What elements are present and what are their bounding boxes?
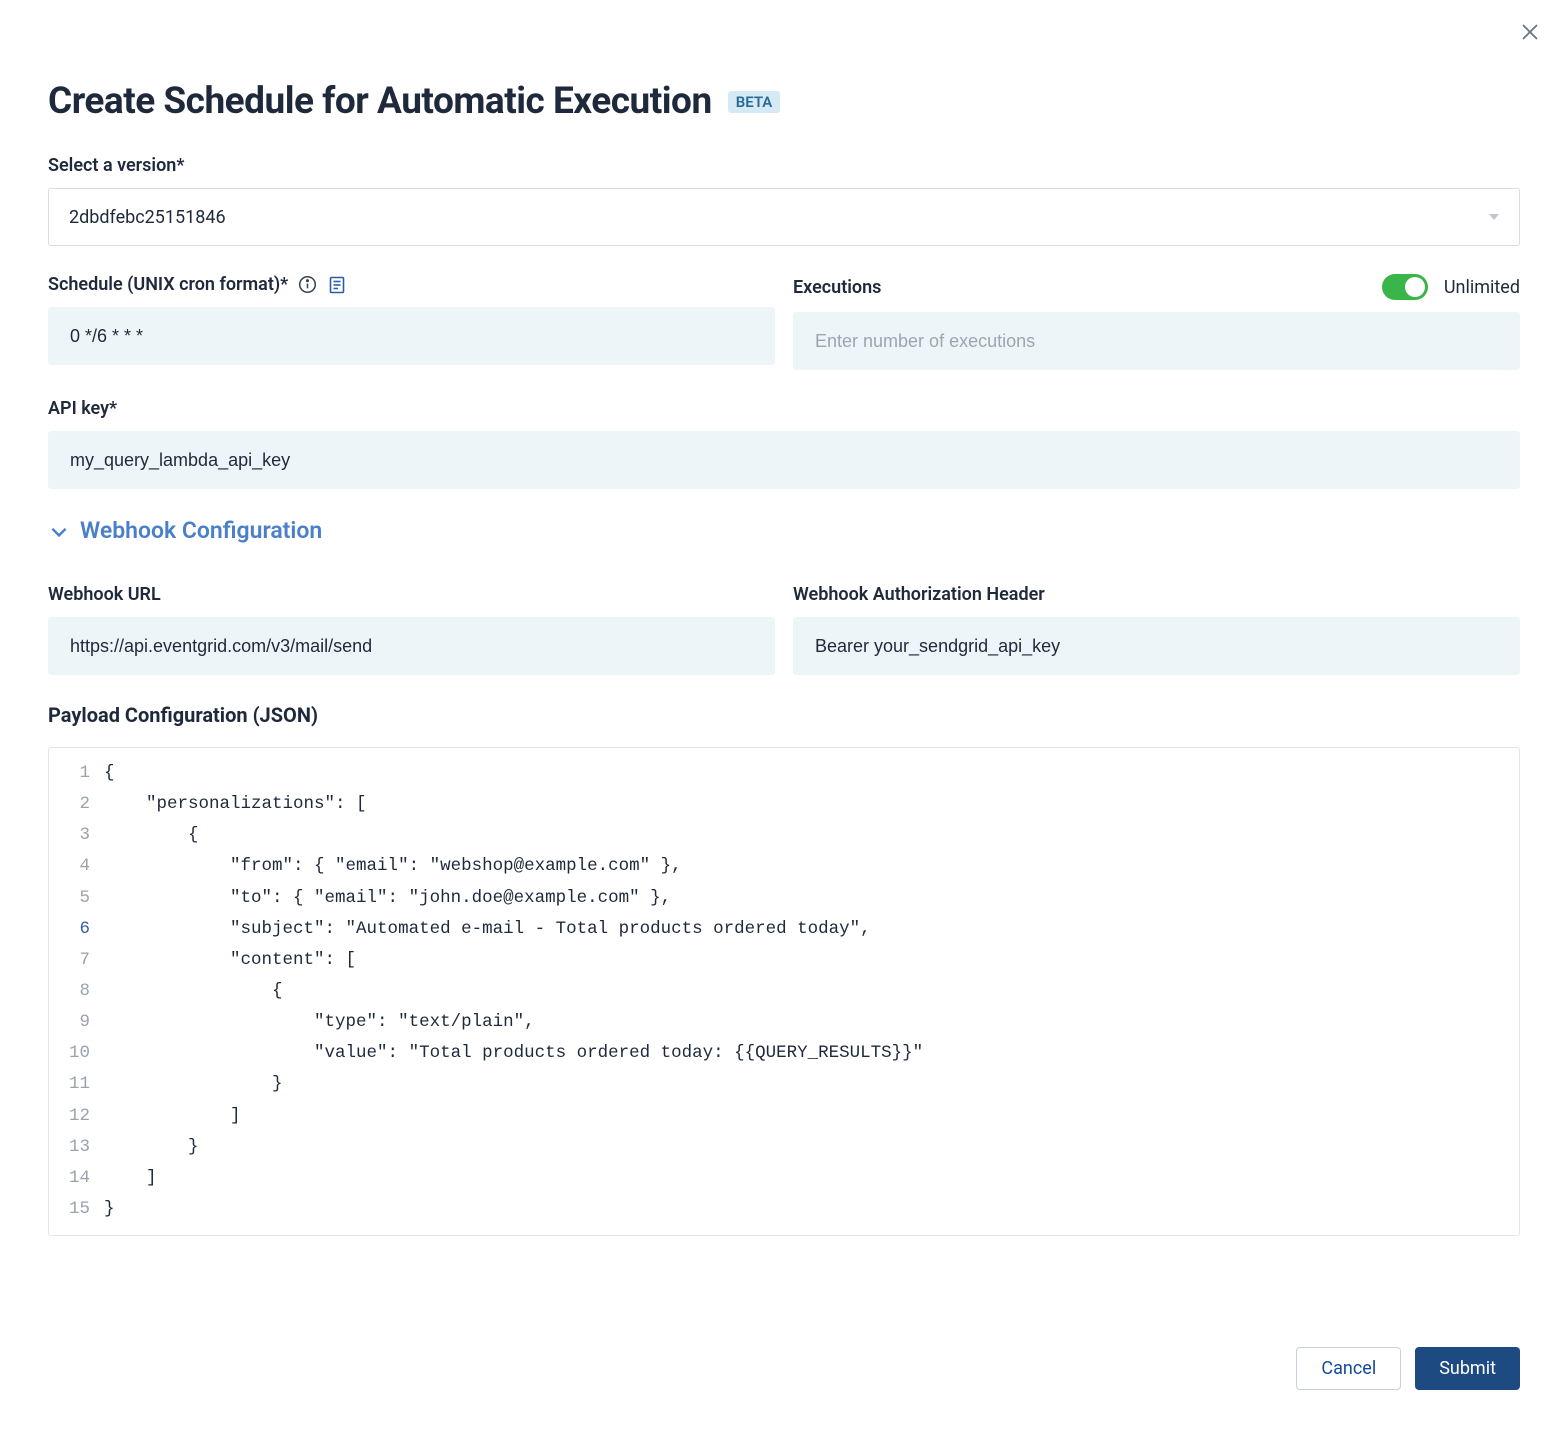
webhook-url-label: Webhook URL [48, 584, 775, 605]
payload-label: Payload Configuration (JSON) [48, 703, 1520, 727]
toggle-knob [1405, 277, 1425, 297]
webhook-section-label: Webhook Configuration [80, 517, 322, 544]
version-select[interactable]: 2dbdfebc25151846 [48, 188, 1520, 246]
version-value: 2dbdfebc25151846 [69, 207, 226, 228]
webhook-section-toggle[interactable]: Webhook Configuration [48, 517, 1520, 544]
apikey-input[interactable] [48, 431, 1520, 489]
executions-input[interactable] [793, 312, 1520, 370]
schedule-label: Schedule (UNIX cron format)* [48, 274, 288, 295]
info-icon[interactable] [298, 275, 317, 294]
payload-editor[interactable]: 1 2 3 4 5 6 7 8 9 10 11 12 13 14 15 { "p… [48, 747, 1520, 1236]
version-label: Select a version* [48, 155, 1520, 176]
webhook-auth-label: Webhook Authorization Header [793, 584, 1520, 605]
chevron-down-icon [1489, 214, 1499, 220]
document-icon[interactable] [327, 275, 347, 295]
line-gutter: 1 2 3 4 5 6 7 8 9 10 11 12 13 14 15 [49, 758, 104, 1225]
executions-label: Executions [793, 277, 881, 298]
schedule-input[interactable] [48, 307, 775, 365]
close-icon[interactable] [1520, 22, 1540, 47]
cancel-button[interactable]: Cancel [1296, 1347, 1401, 1390]
webhook-auth-input[interactable] [793, 617, 1520, 675]
beta-badge: BETA [728, 91, 781, 113]
code-content[interactable]: { "personalizations": [ { "from": { "ema… [104, 758, 1519, 1225]
unlimited-label: Unlimited [1444, 277, 1520, 298]
unlimited-toggle[interactable] [1382, 274, 1428, 300]
page-title: Create Schedule for Automatic Execution [48, 80, 712, 123]
webhook-url-input[interactable] [48, 617, 775, 675]
submit-button[interactable]: Submit [1415, 1347, 1520, 1390]
apikey-label: API key* [48, 398, 1520, 419]
